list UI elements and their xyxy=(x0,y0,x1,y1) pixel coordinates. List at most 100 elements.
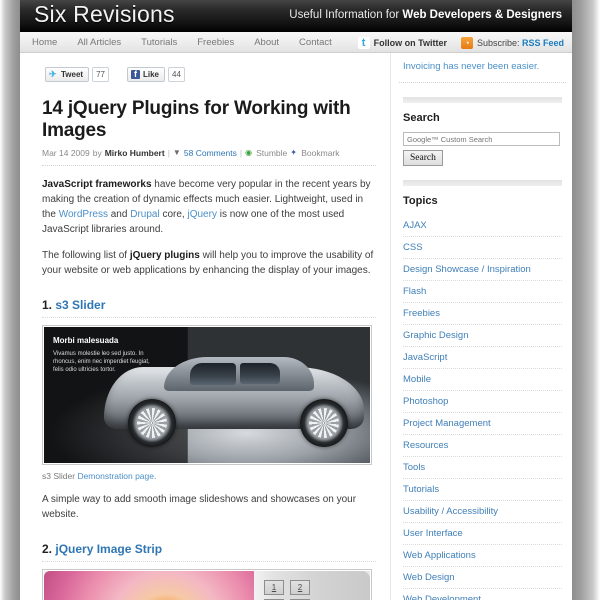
thumb-button[interactable]: 1 xyxy=(264,580,284,595)
sidebar-ad-text: Invoicing has never been easier. xyxy=(403,61,540,72)
facebook-like-button[interactable]: f Like 44 xyxy=(126,67,185,82)
list-item: Tutorials xyxy=(403,479,562,501)
tagline-bold: Web Developers & Designers xyxy=(402,9,562,21)
sidebar-topic-graphic-design[interactable]: Graphic Design xyxy=(403,325,562,346)
drupal-link[interactable]: Drupal xyxy=(130,209,159,220)
list-item: User Interface xyxy=(403,523,562,545)
meta-separator-1: | xyxy=(167,148,170,158)
sidebar-topic-tools[interactable]: Tools xyxy=(403,457,562,478)
intro-paragraph-1: JavaScript frameworks have become very p… xyxy=(42,177,376,237)
nav-item-tutorials[interactable]: Tutorials xyxy=(141,37,177,48)
sidebar-topic-mobile[interactable]: Mobile xyxy=(403,369,562,390)
stumble-link[interactable]: Stumble xyxy=(256,148,287,158)
bookmark-link[interactable]: Bookmark xyxy=(301,148,339,158)
thumbnail-number-grid: 1 2 3 4 5 6 7 8 9 10 xyxy=(264,580,310,600)
sidebar-topic-flash[interactable]: Flash xyxy=(403,281,562,302)
page-right-gutter xyxy=(572,0,600,600)
topics-list: AJAX CSS Design Showcase / Inspiration F… xyxy=(399,215,566,600)
plugin-1-description: A simple way to add smooth image slidesh… xyxy=(42,494,357,520)
car-front-wheel xyxy=(300,399,348,447)
bookmark-icon: ✦ xyxy=(290,148,297,157)
subscribe-rss-link[interactable]: ◔ Subscribe: RSS Feed xyxy=(460,36,564,49)
sidebar-topic-project-management[interactable]: Project Management xyxy=(403,413,562,434)
search-form: Search xyxy=(403,132,562,166)
list-item: Usability / Accessibility xyxy=(403,501,562,523)
plugin-1-number: 1. xyxy=(42,298,53,312)
site-masthead: Six Revisions Useful Information for Web… xyxy=(20,0,572,32)
list-item: Web Applications xyxy=(403,545,562,567)
thumb-button[interactable]: 2 xyxy=(290,580,310,595)
nav-item-freebies[interactable]: Freebies xyxy=(197,37,234,48)
slider-caption-overlay: Morbi malesuada Vivamus molestie leo sed… xyxy=(53,336,153,374)
sidebar-ad[interactable]: Invoicing has never been easier. xyxy=(399,53,566,83)
tweet-pill[interactable]: ✈ Tweet xyxy=(45,67,90,82)
rss-icon: ◔ xyxy=(460,36,473,49)
sidebar-topic-web-applications[interactable]: Web Applications xyxy=(403,545,562,566)
search-heading: Search xyxy=(403,112,440,124)
comments-link[interactable]: 58 Comments xyxy=(184,148,237,158)
search-button[interactable]: Search xyxy=(403,150,443,166)
post-author[interactable]: Mirko Humbert xyxy=(105,148,165,158)
main-column: ✈ Tweet 77 f Like 44 14 jQuery Plugins f… xyxy=(20,53,390,600)
nav-item-about[interactable]: About xyxy=(254,37,279,48)
rss-label-plain: Subscribe: xyxy=(476,37,522,48)
car-roof-shape xyxy=(164,357,314,391)
like-count: 44 xyxy=(168,67,185,82)
flower-photo xyxy=(44,571,254,600)
comment-icon: ▼ xyxy=(172,148,181,157)
sidebar-topic-usability[interactable]: Usability / Accessibility xyxy=(403,501,562,522)
caption-suffix: . xyxy=(153,471,157,481)
plugin-1-caption: s3 Slider Demonstration page. xyxy=(42,471,376,481)
nav-item-all-articles[interactable]: All Articles xyxy=(77,37,121,48)
jquery-image-strip-screenshot[interactable]: 1 2 3 4 5 6 7 8 9 10 xyxy=(42,569,372,600)
list-item: JavaScript xyxy=(403,347,562,369)
list-item: AJAX xyxy=(403,215,562,237)
p1-text-c: core, xyxy=(159,209,188,220)
topics-section-divider xyxy=(403,180,562,186)
jquery-link[interactable]: jQuery xyxy=(187,209,216,220)
page-left-gutter xyxy=(0,0,20,600)
page-title: 14 jQuery Plugins for Working with Image… xyxy=(42,98,351,141)
meta-separator-2: | xyxy=(239,148,243,158)
list-item: Photoshop xyxy=(403,391,562,413)
sidebar-topic-web-design[interactable]: Web Design xyxy=(403,567,562,588)
nav-item-contact[interactable]: Contact xyxy=(299,37,332,48)
like-pill[interactable]: f Like xyxy=(126,67,165,82)
facebook-icon: f xyxy=(130,70,140,79)
sidebar-topic-user-interface[interactable]: User Interface xyxy=(403,523,562,544)
sidebar-topic-resources[interactable]: Resources xyxy=(403,435,562,456)
tweet-button[interactable]: ✈ Tweet 77 xyxy=(45,67,109,82)
site-logo[interactable]: Six Revisions xyxy=(34,1,175,28)
sidebar-topic-web-development[interactable]: Web Development xyxy=(403,589,562,600)
demonstration-page-link[interactable]: Demonstration page xyxy=(77,471,154,481)
list-item: Flash xyxy=(403,281,562,303)
p2-text-a: The following list of xyxy=(42,250,130,261)
sidebar-topic-css[interactable]: CSS xyxy=(403,237,562,258)
sidebar-topic-freebies[interactable]: Freebies xyxy=(403,303,562,324)
rss-label: Subscribe: RSS Feed xyxy=(477,38,564,48)
post-meta: Mar 14 2009 by Mirko Humbert | ▼ 58 Comm… xyxy=(42,148,376,166)
intro-paragraph-2: The following list of jQuery plugins wil… xyxy=(42,248,376,278)
stumbleupon-icon: ◉ xyxy=(245,148,253,157)
sidebar-topic-javascript[interactable]: JavaScript xyxy=(403,347,562,368)
search-input[interactable] xyxy=(403,132,560,146)
list-item: Tools xyxy=(403,457,562,479)
sidebar-topic-photoshop[interactable]: Photoshop xyxy=(403,391,562,412)
sidebar-topic-design-showcase[interactable]: Design Showcase / Inspiration xyxy=(403,259,562,280)
car-rear-wheel xyxy=(128,399,176,447)
plugin-2-link[interactable]: jQuery Image Strip xyxy=(55,542,162,556)
sidebar-topic-tutorials[interactable]: Tutorials xyxy=(403,479,562,500)
list-item: Freebies xyxy=(403,303,562,325)
twitter-bird-icon: ✈ xyxy=(49,69,57,79)
tweet-label: Tweet xyxy=(61,70,84,79)
sidebar-topic-ajax[interactable]: AJAX xyxy=(403,215,562,236)
follow-on-twitter-link[interactable]: t Follow on Twitter xyxy=(357,36,447,49)
wordpress-link[interactable]: WordPress xyxy=(59,209,108,220)
nav-item-home[interactable]: Home xyxy=(32,37,57,48)
list-item: Web Development xyxy=(403,589,562,600)
s3-slider-screenshot[interactable]: Morbi malesuada Vivamus molestie leo sed… xyxy=(42,325,372,465)
sidebar: Invoicing has never been easier. Search … xyxy=(390,53,572,600)
nav-social-group: t Follow on Twitter ◔ Subscribe: RSS Fee… xyxy=(344,32,564,53)
car-rear-hub xyxy=(137,408,167,438)
plugin-1-link[interactable]: s3 Slider xyxy=(55,298,105,312)
